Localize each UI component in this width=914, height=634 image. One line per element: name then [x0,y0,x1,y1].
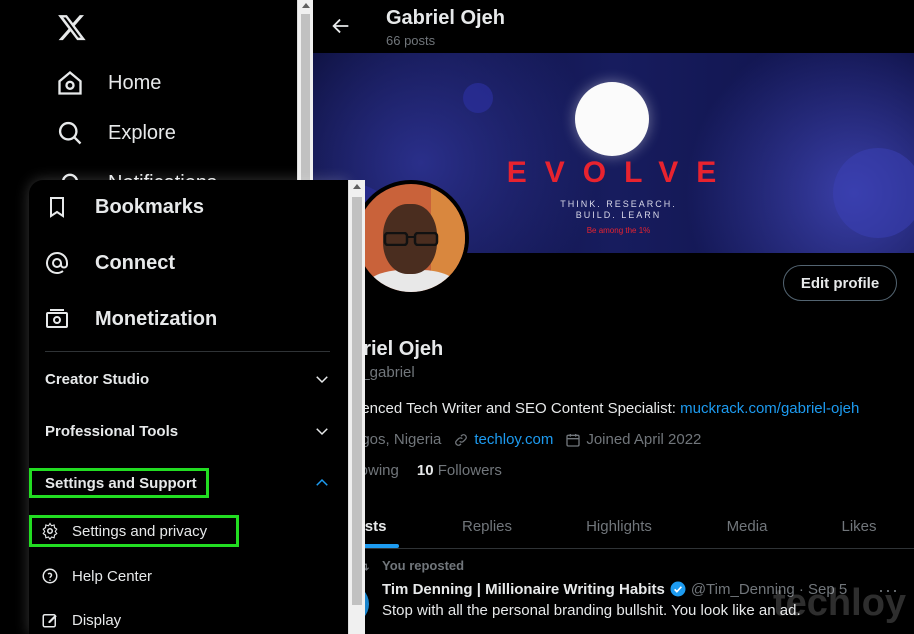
back-arrow-icon[interactable] [330,15,352,37]
nav-home-label: Home [108,71,162,94]
tab-highlights[interactable]: Highlights [569,503,669,549]
chevron-up-icon [316,478,328,486]
popup-scrollbar[interactable] [348,180,365,634]
website-text[interactable]: techloy.com [474,431,553,448]
banner-moon [575,82,649,156]
chevron-down-icon [316,428,328,436]
menu-item-label: Connect [95,251,175,274]
at-icon [46,252,68,274]
profile-location: agos, Nigeria [353,431,441,448]
tab-media[interactable]: Media [709,503,785,549]
highlight-box [29,468,209,498]
repost-label: You reposted [382,558,465,573]
techloy-watermark: techloy [773,582,907,624]
nav-home[interactable]: Home [56,63,161,103]
profile-header: Gabriel Ojeh 66 posts [313,0,914,53]
profile-website[interactable]: techloy.com [453,431,553,448]
menu-divider [45,351,330,352]
header-name: Gabriel Ojeh [386,7,505,29]
scroll-up-arrow-icon[interactable] [302,3,310,8]
edit-profile-button[interactable]: Edit profile [783,265,897,301]
nav-explore-label: Explore [108,121,176,144]
location-text: agos, Nigeria [353,431,442,448]
profile-meta: agos, Nigeria techloy.com Joined April 2… [353,431,701,448]
menu-item-label: Display [72,611,122,629]
profile-main: Gabriel Ojeh 66 posts EVOLVE THINK. RESE… [313,0,914,634]
joined-text: Joined April 2022 [586,431,702,448]
bookmark-icon [50,197,64,218]
section-label: Creator Studio [45,370,150,388]
profile-avatar[interactable] [353,180,469,296]
search-icon [58,121,82,145]
edit-icon [42,614,57,628]
bio-text: rienced Tech Writer and SEO Content Spec… [353,400,681,417]
scrollbar-thumb[interactable] [352,197,362,605]
scroll-up-arrow-icon[interactable] [353,184,361,189]
section-professional-tools[interactable]: Professional Tools [45,416,331,446]
nav-explore[interactable]: Explore [56,113,176,153]
followers-count: 10 [416,462,434,479]
banner-orb [463,83,493,113]
menu-item-display[interactable]: Display [41,605,121,634]
home-icon [58,70,82,95]
menu-item-monetization[interactable]: Monetization [45,307,217,331]
money-icon [46,309,68,328]
profile-tabs: osts Replies Highlights Media Likes [313,503,914,549]
section-creator-studio[interactable]: Creator Studio [45,364,331,394]
profile-follow-stats: llowing 10 Followers [353,462,502,479]
avatar-glasses [383,232,439,246]
scrollbar-thumb[interactable] [301,14,310,204]
menu-item-connect[interactable]: Connect [45,251,175,275]
header-post-count: 66 posts [386,33,436,48]
x-logo-icon[interactable] [57,12,87,42]
tweet-author-name[interactable]: Tim Denning | Millionaire Writing Habits [382,581,665,598]
more-menu-popup: Bookmarks Connect Monetization Creator S… [29,180,348,634]
link-icon [455,433,468,446]
menu-item-label: Monetization [95,307,218,330]
menu-item-bookmarks[interactable]: Bookmarks [45,195,204,219]
followers-label: Followers [437,462,502,479]
section-label: Professional Tools [45,422,179,440]
calendar-icon [566,433,580,447]
profile-joined: Joined April 2022 [565,431,701,448]
chevron-down-icon [316,376,328,384]
tweet-text: Stop with all the personal branding bull… [382,602,801,619]
menu-item-help-center[interactable]: Help Center [41,561,152,591]
menu-item-label: Bookmarks [95,195,204,218]
followers-link[interactable]: 10 Followers [417,462,502,479]
verified-badge-icon [670,581,686,597]
tab-replies[interactable]: Replies [447,503,527,549]
tab-likes[interactable]: Likes [829,503,889,549]
profile-bio: rienced Tech Writer and SEO Content Spec… [353,400,859,417]
help-icon [42,568,58,584]
bio-link[interactable]: muckrack.com/gabriel-ojeh [680,400,859,417]
menu-item-label: Help Center [72,567,153,585]
highlight-box [29,515,239,547]
